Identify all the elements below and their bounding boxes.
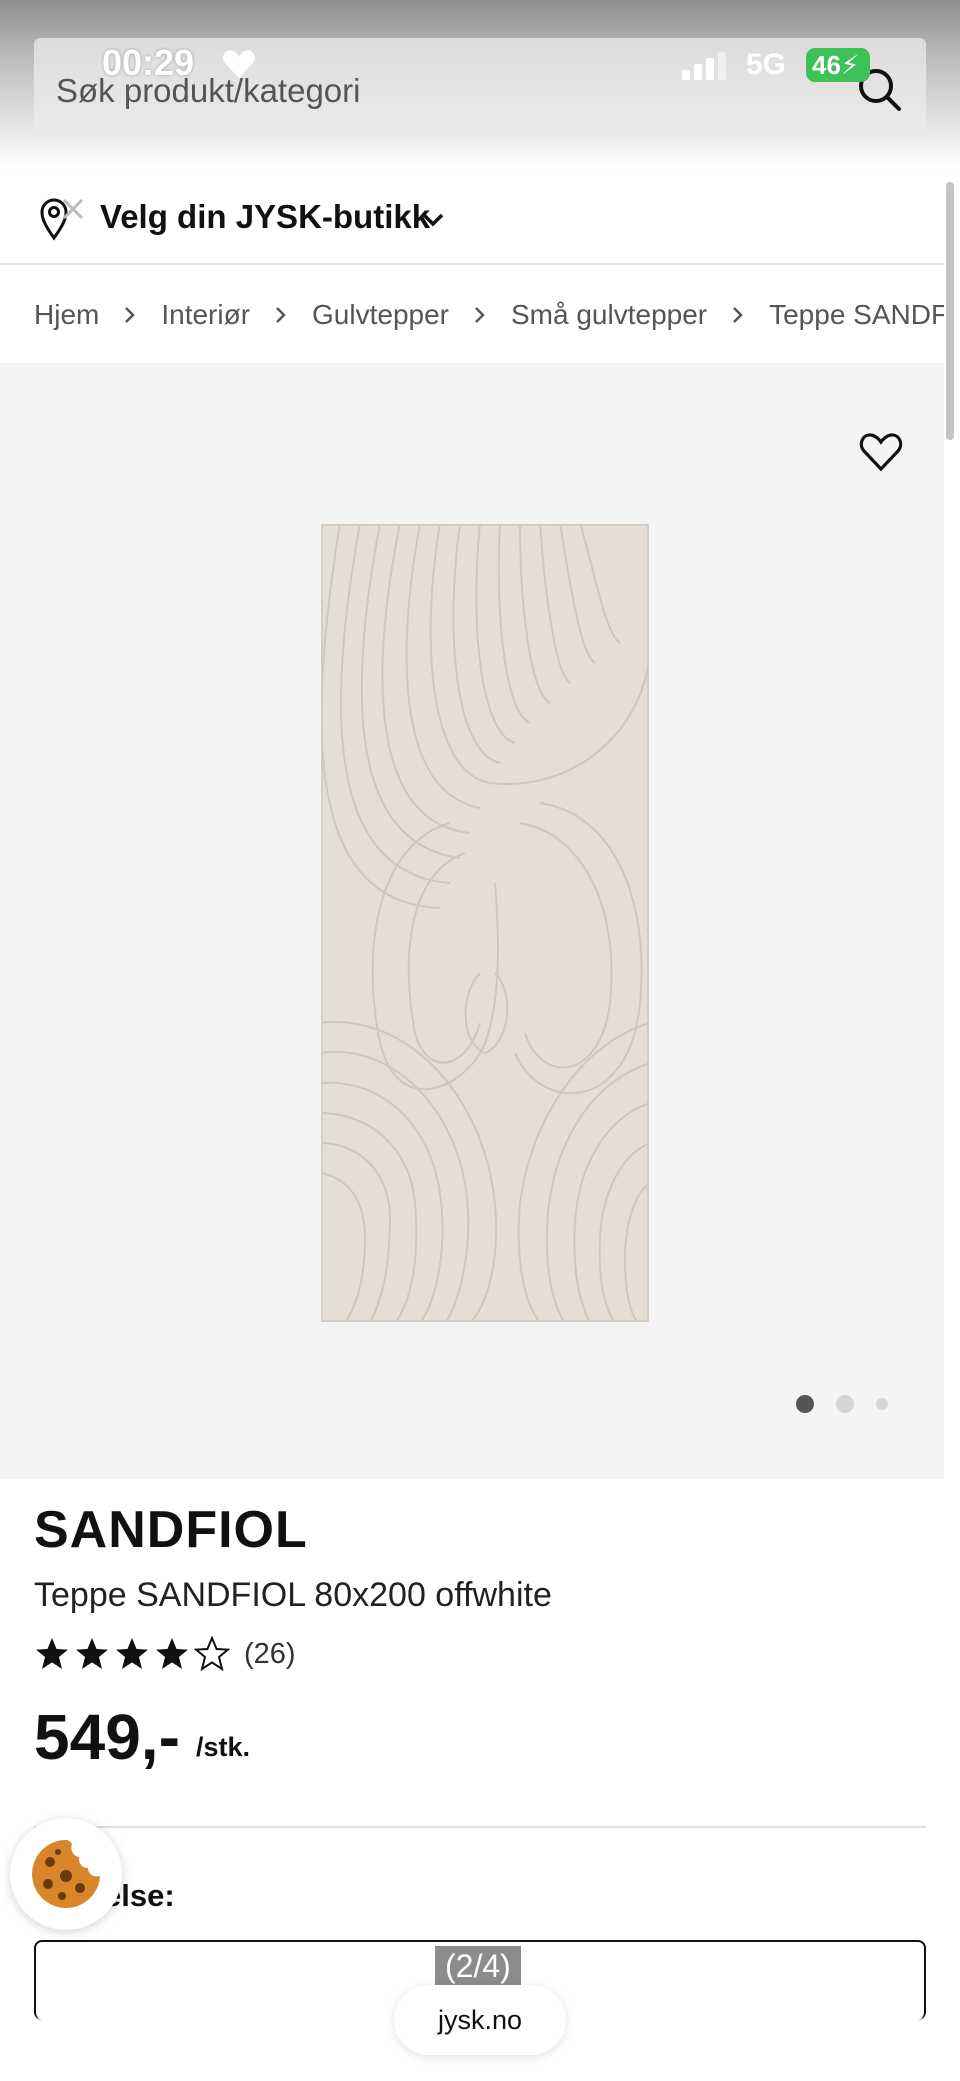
battery-indicator: 46⚡ [806,48,870,82]
chevron-right-icon [125,307,136,323]
star-icon [156,1638,188,1669]
breadcrumb-sma-gulvtepper[interactable]: Små gulvtepper [511,299,707,331]
divider [34,1826,926,1828]
favorite-heart-icon[interactable] [858,431,904,473]
chevron-right-icon [733,307,743,323]
breadcrumb-current: Teppe SANDFIOL [769,299,944,330]
cookie-consent-button[interactable] [10,1818,122,1930]
battery-level: 46 [812,50,841,80]
signal-icon [682,52,726,80]
gallery-dot-3[interactable] [876,1398,888,1410]
chevron-right-icon [475,307,485,323]
product-price: 549,- [34,1701,180,1773]
network-label: 5G [746,48,787,81]
product-brand: SANDFIOL [34,1501,308,1559]
cookie-icon [32,1840,100,1908]
chevron-down-icon[interactable] [418,208,448,232]
url-bar[interactable]: jysk.no [394,1985,566,2055]
top-bar: Søk produkt/kategori 00:29 5G 46⚡ [0,0,960,170]
breadcrumb: Hjem Interiør Gulvtepper Små gulvtepper … [0,267,944,363]
product-gallery[interactable] [0,363,944,1479]
store-selector[interactable]: Velg din JYSK-butikk [0,170,944,265]
gallery-pagination[interactable] [796,1395,910,1413]
rating-count[interactable]: (26) [244,1638,296,1671]
product-rating[interactable]: (26) [34,1636,296,1672]
charging-icon: ⚡ [840,50,860,80]
gallery-dot-2[interactable] [836,1395,854,1413]
breadcrumb-hjem[interactable]: Hjem [34,299,99,331]
star-empty-icon [194,1636,230,1672]
chevron-right-icon [276,307,286,323]
gallery-dot-1[interactable] [796,1395,814,1413]
star-icon [116,1638,148,1669]
star-icon [36,1638,68,1669]
scrollbar[interactable] [946,182,954,440]
breadcrumb-gulvtepper[interactable]: Gulvtepper [312,299,449,331]
store-label[interactable]: Velg din JYSK-butikk [100,198,430,236]
breadcrumb-interior[interactable]: Interiør [161,299,250,331]
heart-icon [223,50,255,78]
url-text: jysk.no [437,2005,523,2035]
product-image-rug[interactable] [320,523,650,1323]
page-indicator: (2/4) [435,1946,521,1987]
product-name: Teppe SANDFIOL 80x200 offwhite [34,1576,552,1614]
status-time: 00:29 [102,42,195,83]
location-pin-icon [40,198,84,241]
star-icon [76,1638,108,1669]
price-unit: /stk. [196,1732,251,1762]
